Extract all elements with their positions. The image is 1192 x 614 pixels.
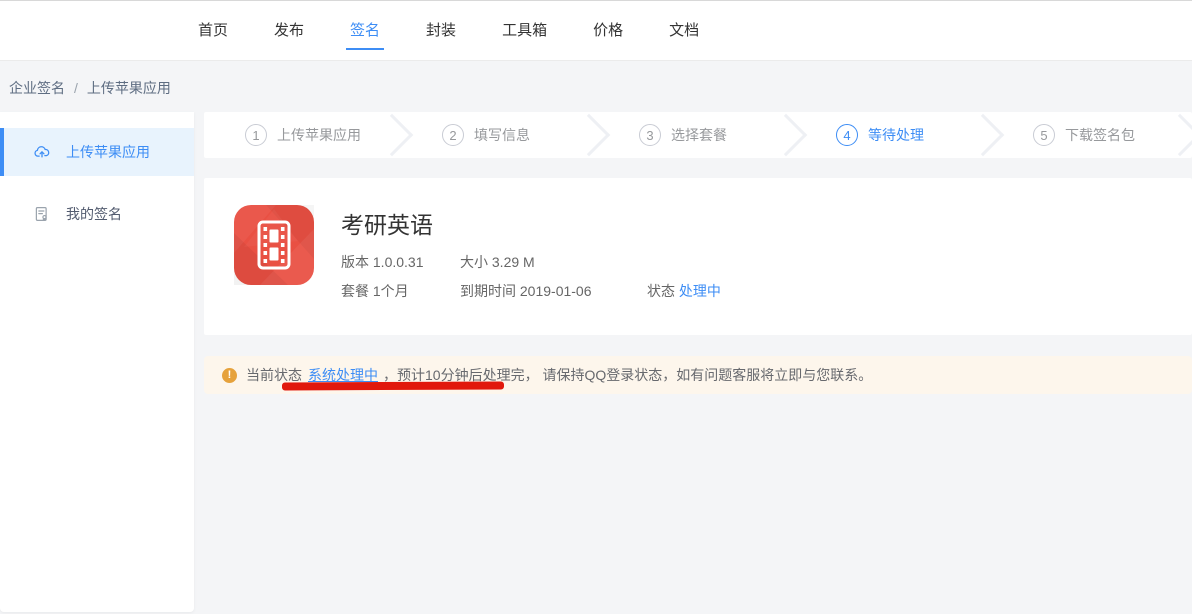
step-4-waiting: 4 等待处理 [795,112,992,158]
cloud-upload-icon [33,143,51,161]
sidebar-item-label: 我的签名 [66,204,122,224]
nav-item-package[interactable]: 封装 [426,1,456,60]
nav-item-home[interactable]: 首页 [198,1,228,60]
nav-item-toolbox[interactable]: 工具箱 [502,1,547,60]
step-3-choose-plan: 3 选择套餐 [598,112,795,158]
step-2-fill-info: 2 填写信息 [401,112,598,158]
step-5-download: 5 下载签名包 [992,112,1189,158]
sidebar-item-upload-apple-app[interactable]: 上传苹果应用 [0,128,194,176]
step-label: 填写信息 [474,125,530,145]
step-number: 2 [442,124,464,146]
step-number: 4 [836,124,858,146]
main-layout: 上传苹果应用 我的签名 1 上传苹果应用 2 填写信 [0,112,1192,612]
step-number: 5 [1033,124,1055,146]
step-label: 选择套餐 [671,125,727,145]
warning-icon: ! [222,368,237,383]
breadcrumb: 企业签名 / 上传苹果应用 [0,61,1192,112]
red-marker-underline [282,382,504,391]
content-area: 1 上传苹果应用 2 填写信息 3 选择套餐 4 等待处理 5 下载签名包 [204,112,1192,394]
nav-item-pricing[interactable]: 价格 [593,1,623,60]
breadcrumb-separator: / [74,80,78,96]
app-expire: 到期时间 2019-01-06 [460,281,647,301]
app-plan: 套餐 1个月 [341,281,460,301]
steps-bar: 1 上传苹果应用 2 填写信息 3 选择套餐 4 等待处理 5 下载签名包 [204,112,1192,158]
main-nav: 首页 发布 签名 封装 工具箱 价格 文档 [0,1,1192,60]
app-size: 大小 3.29 M [460,252,647,272]
step-label: 等待处理 [868,125,924,145]
app-version: 版本 1.0.0.31 [341,252,460,272]
sidebar: 上传苹果应用 我的签名 [0,112,194,612]
sidebar-item-my-signatures[interactable]: 我的签名 [0,190,194,238]
nav-item-signing[interactable]: 签名 [350,1,380,60]
sidebar-item-label: 上传苹果应用 [66,142,150,162]
app-status: 状态 处理中 [647,281,721,301]
step-1-upload: 1 上传苹果应用 [204,112,401,158]
nav-item-docs[interactable]: 文档 [669,1,699,60]
status-badge: 处理中 [679,283,721,299]
signature-doc-icon [33,205,51,223]
step-label: 上传苹果应用 [277,125,361,145]
app-card: 考研英语 版本 1.0.0.31 大小 3.29 M 套餐 1个月 到期时间 2… [204,178,1192,335]
app-meta: 版本 1.0.0.31 大小 3.29 M 套餐 1个月 到期时间 2019-0… [341,252,721,301]
step-label: 下载签名包 [1065,125,1135,145]
breadcrumb-item-enterprise-signing[interactable]: 企业签名 [9,80,65,96]
app-title: 考研英语 [341,206,721,240]
nav-item-publish[interactable]: 发布 [274,1,304,60]
step-number: 3 [639,124,661,146]
step-number: 1 [245,124,267,146]
film-app-icon [234,205,314,285]
status-alert: ! 当前状态 系统处理中 ，预计10分钟后处理完， 请保持QQ登录状态，如有问题… [204,356,1192,394]
breadcrumb-item-upload-apple-app: 上传苹果应用 [87,80,171,96]
top-header: 首页 发布 签名 封装 工具箱 价格 文档 [0,0,1192,61]
app-info: 考研英语 版本 1.0.0.31 大小 3.29 M 套餐 1个月 到期时间 2… [341,205,721,301]
